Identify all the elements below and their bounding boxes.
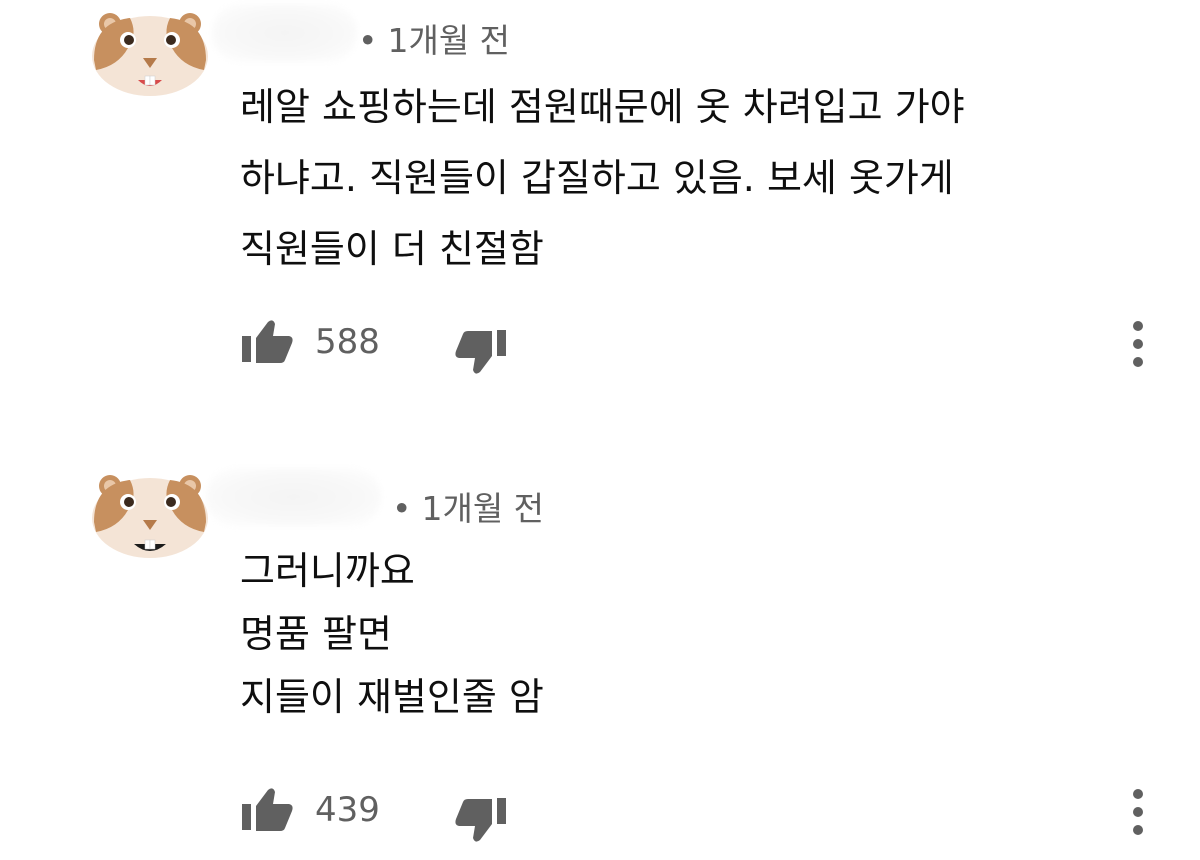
comment-line: 하냐고. 직원들이 갑질하고 있음. 보세 옷가게 — [240, 156, 954, 200]
comment-line: 명품 팔면 — [240, 612, 392, 656]
comment-actions: 439 — [240, 786, 1160, 842]
hamster-avatar-icon[interactable] — [88, 470, 212, 562]
hamster-avatar-icon[interactable] — [88, 8, 212, 100]
comment-line: 레알 쇼핑하는데 점원때문에 옷 차려입고 가야 — [240, 85, 965, 129]
comment-line: 지들이 재벌인줄 암 — [240, 675, 544, 719]
comment-line: 직원들이 더 친절함 — [240, 227, 544, 271]
author-name-redacted[interactable] — [212, 4, 357, 62]
comment-actions: 588 — [240, 318, 1160, 374]
thumbs-down-icon[interactable] — [454, 796, 508, 844]
thumbs-up-icon[interactable] — [240, 786, 294, 832]
comment-timestamp: 1개월 전 — [421, 489, 545, 528]
comment-timestamp: 1개월 전 — [387, 21, 511, 60]
comment: • 1개월 전 그러니까요 명품 팔면 지들이 재벌인줄 암 439 — [0, 462, 1200, 860]
comment-line: 그러니까요 — [240, 549, 415, 593]
comment: • 1개월 전 레알 쇼핑하는데 점원때문에 옷 차려입고 가야 하냐고. 직원들… — [0, 0, 1200, 420]
separator-dot: • — [392, 489, 412, 528]
thumbs-up-icon[interactable] — [240, 318, 294, 364]
comment-text: 그러니까요 명품 팔면 지들이 재벌인줄 암 — [240, 540, 1140, 729]
comment-meta: • 1개월 전 — [392, 482, 544, 530]
more-vertical-icon[interactable] — [1126, 318, 1150, 370]
comment-meta: • 1개월 전 — [358, 14, 510, 62]
author-name-redacted[interactable] — [206, 468, 381, 526]
more-vertical-icon[interactable] — [1126, 786, 1150, 838]
comment-text: 레알 쇼핑하는데 점원때문에 옷 차려입고 가야 하냐고. 직원들이 갑질하고 … — [240, 72, 1140, 285]
separator-dot: • — [358, 21, 378, 60]
thumbs-down-icon[interactable] — [454, 328, 508, 376]
like-count: 588 — [315, 322, 380, 362]
like-count: 439 — [315, 790, 380, 830]
